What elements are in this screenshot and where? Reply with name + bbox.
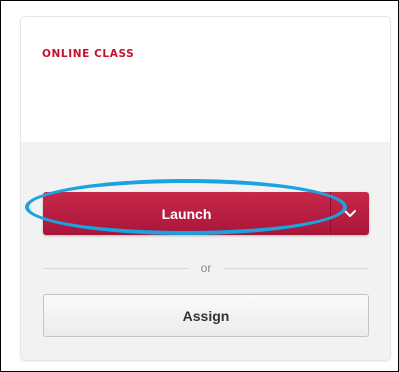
launch-options-button[interactable] — [331, 192, 369, 235]
card-header: ONLINE CLASS — [21, 17, 390, 142]
course-type-label: ONLINE CLASS — [42, 48, 135, 60]
separator-line-left — [43, 267, 189, 269]
course-card: ONLINE CLASS Launch or Assign — [21, 17, 390, 360]
card-actions: Launch or Assign — [21, 142, 390, 360]
launch-button[interactable]: Launch — [43, 192, 330, 235]
chevron-down-icon — [344, 209, 356, 217]
separator-text: or — [200, 261, 212, 275]
separator-line-right — [223, 267, 370, 269]
screenshot-frame: ONLINE CLASS Launch or Assign — [0, 0, 399, 372]
launch-button-group: Launch — [43, 192, 369, 235]
assign-button[interactable]: Assign — [43, 294, 369, 337]
or-separator: or — [43, 260, 370, 276]
